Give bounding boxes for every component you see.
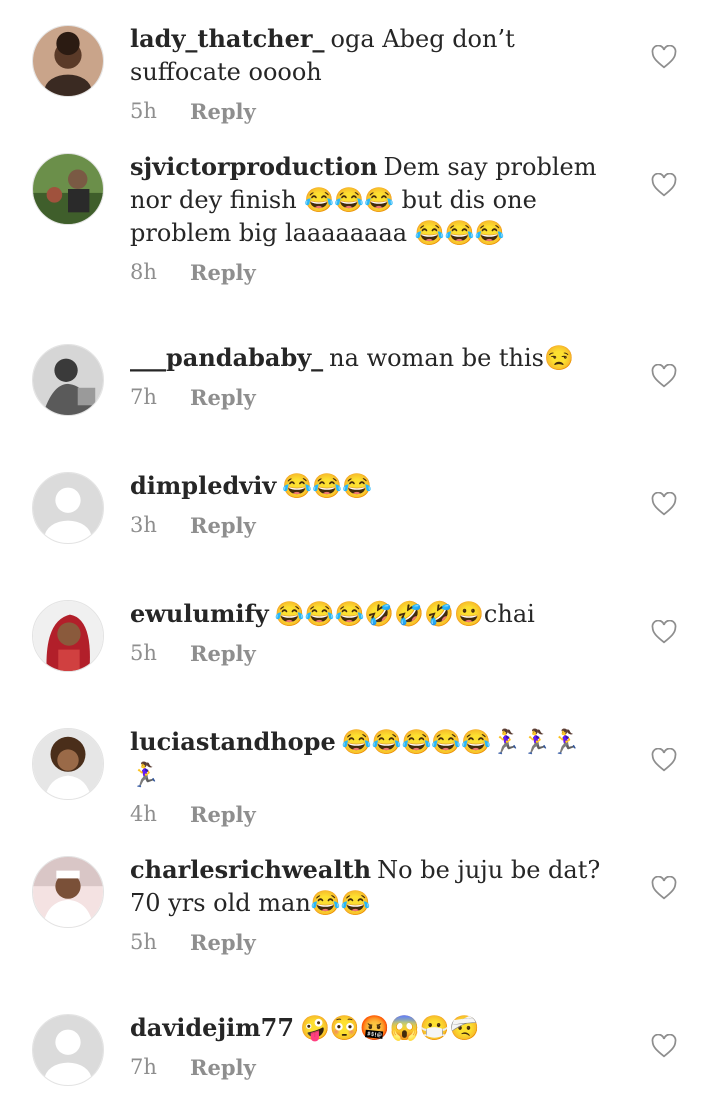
like-heart-icon[interactable]: [651, 620, 677, 644]
comment-username[interactable]: dimpledviv: [130, 471, 276, 500]
default-avatar-icon: [33, 473, 103, 543]
reply-button[interactable]: Reply: [190, 641, 256, 666]
like-heart-icon[interactable]: [651, 45, 677, 69]
comment-body: na woman be this😒: [329, 344, 574, 372]
avatar[interactable]: [32, 600, 104, 672]
comment-username[interactable]: davidejim77: [130, 1013, 294, 1042]
comment-username[interactable]: lady_thatcher_: [130, 24, 325, 53]
reply-button[interactable]: Reply: [190, 802, 256, 827]
comment-timestamp: 5h: [130, 930, 157, 954]
reply-button[interactable]: Reply: [190, 930, 256, 955]
comment-timestamp: 5h: [130, 641, 157, 665]
comment-timestamp: 8h: [130, 260, 157, 284]
comment-timestamp: 7h: [130, 1055, 157, 1079]
comment-text: ewulumify 😂😂😂🤣🤣🤣😀chai: [130, 597, 610, 631]
like-heart-icon[interactable]: [651, 492, 677, 516]
comment-username[interactable]: luciastandhope: [130, 727, 336, 756]
reply-button[interactable]: Reply: [190, 513, 256, 538]
reply-button[interactable]: Reply: [190, 1055, 256, 1080]
comment-text: luciastandhope 😂😂😂😂😂🏃‍♀️🏃‍♀️🏃‍♀️🏃‍♀️: [130, 725, 610, 792]
comment-timestamp: 5h: [130, 99, 157, 123]
reply-button[interactable]: Reply: [190, 260, 256, 285]
like-heart-icon[interactable]: [651, 876, 677, 900]
avatar[interactable]: [32, 153, 104, 225]
comment-body: 🤪😳🤬😱😷🤕: [300, 1014, 480, 1042]
comment-timestamp: 7h: [130, 385, 157, 409]
comment-text: sjvictorproduction Dem say problem nor de…: [130, 150, 610, 250]
comment-timestamp: 3h: [130, 513, 157, 537]
comment-text: dimpledviv 😂😂😂: [130, 469, 610, 503]
comment-text: charlesrichwealth No be juju be dat? 70 y…: [130, 853, 610, 920]
like-heart-icon[interactable]: [651, 173, 677, 197]
avatar[interactable]: [32, 472, 104, 544]
comment-timestamp: 4h: [130, 802, 157, 826]
comment-body: 😂😂😂🤣🤣🤣😀chai: [274, 600, 535, 628]
avatar[interactable]: [32, 344, 104, 416]
comment-text: ___pandababy_ na woman be this😒: [130, 341, 610, 375]
default-avatar-icon: [33, 1015, 103, 1085]
like-heart-icon[interactable]: [651, 748, 677, 772]
avatar[interactable]: [32, 728, 104, 800]
avatar[interactable]: [32, 25, 104, 97]
comment-username[interactable]: ___pandababy_: [130, 343, 323, 372]
like-heart-icon[interactable]: [651, 364, 677, 388]
like-heart-icon[interactable]: [651, 1034, 677, 1058]
comment-text: davidejim77 🤪😳🤬😱😷🤕: [130, 1011, 610, 1045]
reply-button[interactable]: Reply: [190, 99, 256, 124]
avatar[interactable]: [32, 1014, 104, 1086]
avatar[interactable]: [32, 856, 104, 928]
comment-text: lady_thatcher_ oga Abeg don’t suffocate o…: [130, 22, 610, 89]
comment-username[interactable]: ewulumify: [130, 599, 269, 628]
comment-username[interactable]: charlesrichwealth: [130, 855, 371, 884]
comment-username[interactable]: sjvictorproduction: [130, 152, 378, 181]
reply-button[interactable]: Reply: [190, 385, 256, 410]
comment-body: 😂😂😂: [282, 472, 372, 500]
